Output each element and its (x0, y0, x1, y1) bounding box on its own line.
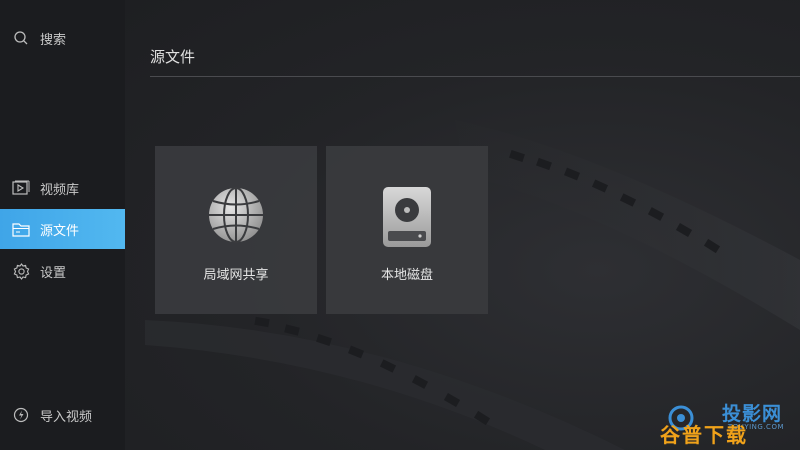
sidebar-item-label: 源文件 (40, 223, 80, 239)
sidebar: 搜索 视频库 源文件 设置 导入视频 (0, 0, 125, 450)
title-divider (150, 76, 800, 77)
folder-icon (12, 220, 30, 238)
sidebar-item-source-files[interactable]: 源文件 (0, 209, 125, 249)
sidebar-item-label: 设置 (40, 265, 67, 281)
import-icon (12, 406, 30, 424)
sidebar-item-settings[interactable]: 设置 (0, 251, 125, 291)
import-video-button[interactable]: 导入视频 (0, 395, 125, 435)
card-label: 本地磁盘 (380, 268, 433, 283)
gear-icon (12, 262, 30, 280)
video-library-icon (12, 179, 30, 197)
search-item[interactable]: 搜索 (0, 18, 125, 58)
card-label: 局域网共享 (203, 268, 269, 283)
hard-disk-icon (382, 186, 432, 252)
import-label: 导入视频 (40, 409, 93, 425)
sidebar-item-video-library[interactable]: 视频库 (0, 168, 125, 208)
local-disk-card[interactable]: 本地磁盘 (326, 146, 488, 314)
watermark-text-secondary: 谷普下载 (660, 423, 748, 447)
page-title: 源文件 (150, 48, 196, 66)
lan-share-card[interactable]: 局域网共享 (155, 146, 317, 314)
sidebar-item-label: 视频库 (40, 182, 80, 198)
globe-icon (207, 186, 265, 248)
main-panel: 源文件 局域网共享 本地磁盘 投影网 TOUYING.COM 谷普下载 (125, 0, 800, 450)
search-label: 搜索 (40, 32, 67, 48)
search-icon (12, 29, 30, 47)
